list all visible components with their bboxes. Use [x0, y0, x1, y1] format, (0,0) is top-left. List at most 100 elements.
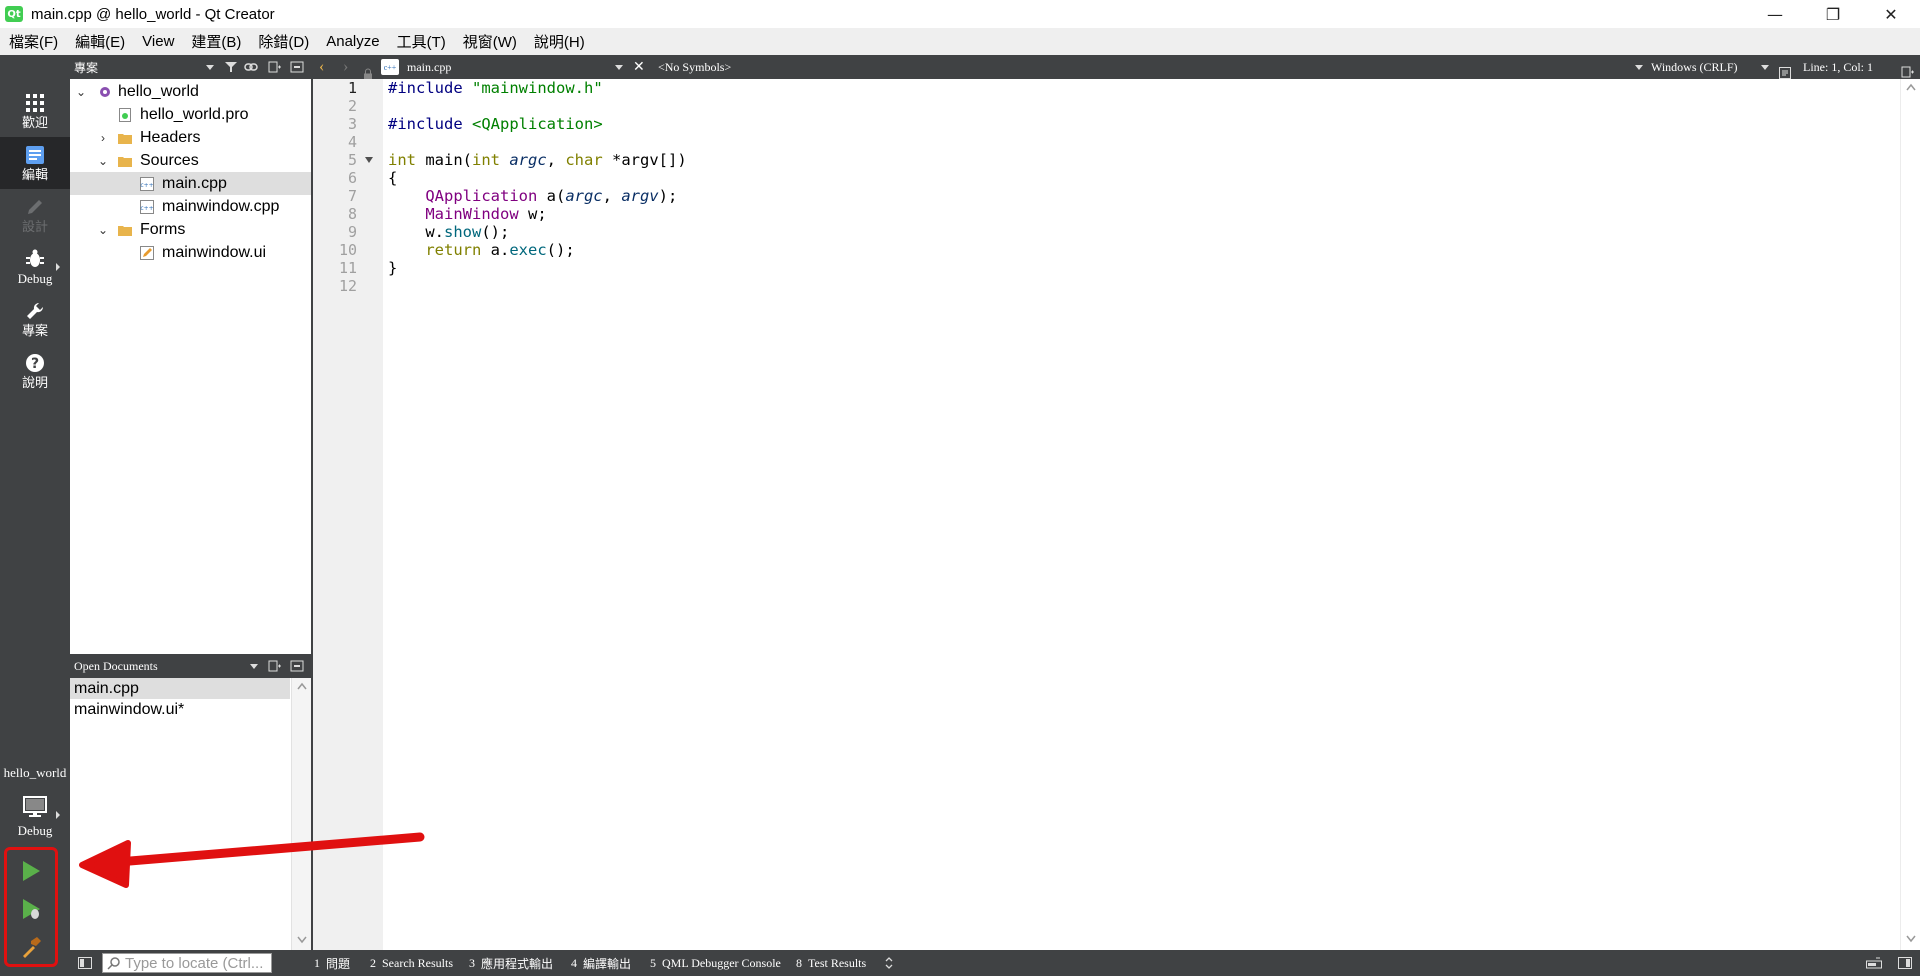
- mode-label: 歡迎: [21, 115, 48, 130]
- mode-selector: 歡迎 編輯 設計 Debug 專案 ? 說明 hello_world Debug: [0, 55, 70, 976]
- tab-label: Test Results: [808, 955, 867, 970]
- open-documents-title[interactable]: Open Documents: [74, 659, 158, 674]
- kit-selector[interactable]: Debug: [0, 785, 70, 849]
- tree-item-mainwindow-ui[interactable]: mainwindow.ui: [70, 241, 311, 264]
- tree-item-label: main.cpp: [162, 174, 227, 192]
- close-pane-icon[interactable]: [290, 60, 304, 74]
- file-dropdown-arrow-icon[interactable]: [615, 55, 623, 79]
- editor-scrollbar[interactable]: [1900, 79, 1920, 950]
- chevron-down-icon[interactable]: ⌄: [74, 85, 88, 99]
- tree-item-mainwindow-cpp[interactable]: c++ mainwindow.cpp: [70, 195, 311, 218]
- debug-play-icon: [23, 899, 40, 919]
- tree-item-headers[interactable]: › Headers: [70, 126, 311, 149]
- pane-dropdown-arrow-icon[interactable]: [250, 663, 258, 669]
- menu-file[interactable]: 檔案(F): [0, 31, 66, 52]
- open-document-item[interactable]: mainwindow.ui*: [70, 699, 290, 720]
- status-bar: Type to locate (Ctrl... 1 問題 2 Search Re…: [70, 950, 1920, 976]
- filter-icon[interactable]: [224, 60, 238, 74]
- tree-item-main-cpp[interactable]: c++ main.cpp: [70, 172, 311, 195]
- chevron-down-icon[interactable]: ⌄: [96, 223, 110, 237]
- mode-label: 專案: [21, 323, 48, 338]
- toggle-right-sidebar-icon[interactable]: [1898, 957, 1912, 969]
- tab-number: 3: [469, 955, 475, 970]
- menu-window[interactable]: 視窗(W): [454, 31, 525, 52]
- locator-input[interactable]: Type to locate (Ctrl...: [102, 953, 272, 973]
- output-tab-search-results[interactable]: 2 Search Results: [370, 950, 453, 976]
- forward-icon[interactable]: ›: [343, 55, 348, 79]
- tree-item-sources[interactable]: ⌄ Sources: [70, 149, 311, 172]
- symbols-selector[interactable]: <No Symbols>: [658, 55, 731, 79]
- project-pane-title[interactable]: 專案: [74, 59, 98, 76]
- menu-edit[interactable]: 編輯(E): [66, 31, 133, 52]
- edit-document-icon: [24, 144, 46, 166]
- split-icon[interactable]: [268, 659, 282, 673]
- menu-bar: 檔案(F) 編輯(E) View 建置(B) 除錯(D) Analyze 工具(…: [0, 28, 1920, 55]
- debug-run-button[interactable]: [7, 890, 55, 928]
- close-button[interactable]: ✕: [1862, 0, 1920, 28]
- tree-item-hello-world-pro[interactable]: hello_world.pro: [70, 103, 311, 126]
- tree-item-hello-world[interactable]: ⌄ hello_world: [70, 80, 311, 103]
- pane-dropdown-arrow-icon[interactable]: [206, 64, 214, 70]
- mode-debug[interactable]: Debug: [0, 241, 70, 293]
- mode-label: 說明: [21, 375, 48, 390]
- output-tab-application-output[interactable]: 3 應用程式輸出: [469, 950, 553, 976]
- menu-help[interactable]: 說明(H): [525, 31, 593, 52]
- scroll-up-icon: [297, 682, 307, 690]
- mode-projects[interactable]: 專案: [0, 293, 70, 345]
- menu-analyze[interactable]: Analyze: [317, 33, 387, 50]
- output-tab-test-results[interactable]: 8 Test Results: [796, 950, 866, 976]
- tab-number: 4: [571, 955, 577, 970]
- editor-file-selector[interactable]: main.cpp: [407, 55, 451, 79]
- folder-icon: [118, 130, 132, 146]
- code-editor[interactable]: 1 2 3 4 5 6 7 8 9 10 11 12 #include "mai…: [313, 79, 1920, 950]
- output-tab-qml-debugger-console[interactable]: 5 QML Debugger Console: [650, 950, 781, 976]
- tree-item-label: mainwindow.cpp: [162, 197, 280, 215]
- code-line[interactable]: int main(int argc, char *argv[]): [388, 149, 687, 171]
- output-tab-compile-output[interactable]: 4 編譯輸出: [571, 950, 631, 976]
- link-icon[interactable]: [244, 60, 258, 74]
- tab-number: 5: [650, 955, 656, 970]
- kit-build-config: Debug: [17, 823, 53, 838]
- tree-item-forms[interactable]: ⌄ Forms: [70, 218, 311, 241]
- mode-welcome[interactable]: 歡迎: [0, 85, 70, 137]
- code-line[interactable]: return a.exec();: [388, 239, 574, 261]
- open-document-item[interactable]: main.cpp: [70, 678, 290, 699]
- close-document-icon[interactable]: ✕: [633, 55, 645, 79]
- menu-tools[interactable]: 工具(T): [388, 31, 454, 52]
- symbols-dropdown-arrow-icon[interactable]: [1635, 55, 1643, 79]
- minimize-button[interactable]: —: [1746, 0, 1804, 28]
- close-pane-icon[interactable]: [290, 659, 304, 673]
- menu-debug[interactable]: 除錯(D): [249, 31, 317, 52]
- run-button[interactable]: [7, 852, 55, 890]
- line-ending-selector[interactable]: Windows (CRLF): [1651, 55, 1738, 79]
- fold-marker-icon[interactable]: [365, 157, 373, 163]
- split-icon[interactable]: [268, 60, 282, 74]
- mode-help[interactable]: ? 說明: [0, 345, 70, 397]
- mode-edit[interactable]: 編輯: [0, 137, 70, 189]
- output-tab-issues[interactable]: 1 問題: [314, 950, 350, 976]
- chevron-down-icon[interactable]: ⌄: [96, 154, 110, 168]
- mode-design[interactable]: 設計: [0, 189, 70, 241]
- progress-details-icon[interactable]: [1866, 957, 1882, 969]
- tab-number: 1: [314, 955, 320, 970]
- scroll-up-icon: [1906, 83, 1916, 91]
- project-pane-header: 專案: [70, 55, 311, 79]
- tree-item-label: hello_world: [118, 82, 199, 100]
- more-tabs-icon[interactable]: [884, 956, 894, 970]
- code-line[interactable]: }: [388, 257, 397, 279]
- build-button[interactable]: [7, 928, 55, 966]
- cursor-position[interactable]: Line: 1, Col: 1: [1803, 55, 1873, 79]
- chevron-right-icon[interactable]: ›: [96, 131, 110, 145]
- cpp-file-icon: c++: [381, 59, 399, 75]
- tree-item-label: Headers: [140, 128, 201, 146]
- line-ending-dropdown-arrow-icon[interactable]: [1761, 55, 1769, 79]
- code-line[interactable]: #include "mainwindow.h": [388, 77, 603, 99]
- monitor-icon: [22, 795, 48, 823]
- restore-button[interactable]: ❐: [1804, 0, 1862, 28]
- open-documents-scrollbar[interactable]: [291, 678, 311, 950]
- toggle-sidebar-icon[interactable]: [78, 957, 92, 969]
- back-icon[interactable]: ‹: [319, 55, 324, 79]
- code-line[interactable]: #include <QApplication>: [388, 113, 603, 135]
- menu-view[interactable]: View: [133, 33, 182, 50]
- menu-build[interactable]: 建置(B): [182, 31, 249, 52]
